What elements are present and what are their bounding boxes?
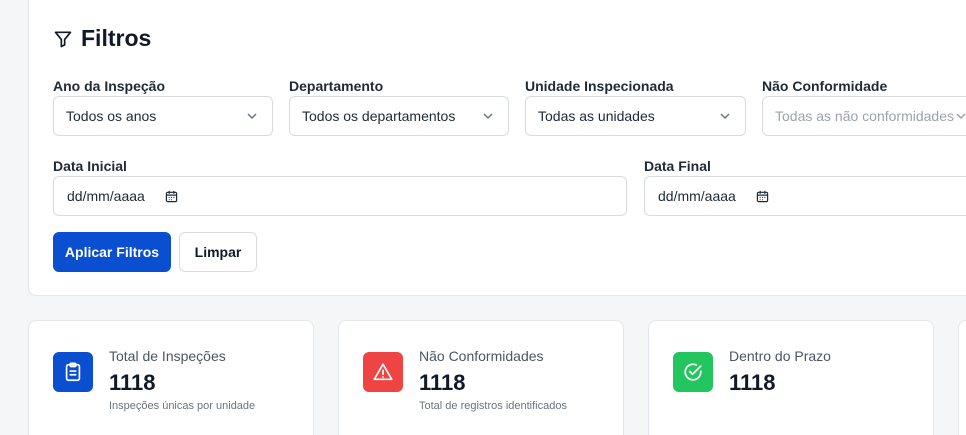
calendar-icon[interactable]	[756, 190, 769, 203]
stat-value: 1118	[419, 370, 466, 395]
chevron-down-icon	[720, 113, 730, 120]
year-select-value: Todos os anos	[66, 108, 157, 124]
unit-select[interactable]: Todas as unidades	[525, 96, 746, 136]
stat-subtitle: Total de registros identificados	[419, 400, 567, 412]
clear-filters-button[interactable]: Limpar	[179, 232, 257, 272]
nonconformity-select[interactable]: Todas as não conformidades	[762, 96, 966, 136]
filter-icon	[53, 29, 73, 49]
year-label: Ano da Inspeção	[53, 78, 166, 94]
filters-title: Filtros	[81, 25, 152, 51]
stat-subtitle: Inspeções únicas por unidade	[109, 400, 256, 412]
stat-label: Total de Inspeções	[109, 348, 226, 364]
stat-card-nonconformities: Não Conformidades 1118 Total de registro…	[338, 320, 624, 435]
check-circle-icon	[673, 352, 713, 392]
clipboard-icon	[53, 352, 93, 392]
chevron-down-icon	[483, 113, 493, 120]
apply-filters-button[interactable]: Aplicar Filtros	[53, 232, 171, 272]
filters-panel: Filtros Ano da Inspeção Departamento Uni…	[28, 0, 966, 296]
start-date-value: dd/mm/aaaa	[67, 188, 145, 204]
end-date-input[interactable]: dd/mm/aaaa	[644, 176, 966, 216]
nonconformity-label: Não Conformidade	[762, 78, 888, 94]
nonconformity-select-value: Todas as não conformidades	[775, 108, 954, 124]
end-date-label: Data Final	[644, 158, 711, 174]
filters-header: Filtros	[53, 25, 151, 52]
year-select[interactable]: Todos os anos	[53, 96, 273, 136]
chevron-down-icon	[247, 113, 257, 120]
stat-card-total-inspections: Total de Inspeções 1118 Inspeções únicas…	[28, 320, 314, 435]
calendar-icon[interactable]	[165, 190, 178, 203]
department-select-value: Todos os departamentos	[302, 108, 456, 124]
warning-icon	[363, 352, 403, 392]
department-label: Departamento	[289, 78, 384, 94]
stat-label: Dentro do Prazo	[729, 348, 831, 364]
stat-card-on-time: Dentro do Prazo 1118	[648, 320, 934, 435]
unit-label: Unidade Inspecionada	[525, 78, 674, 94]
unit-select-value: Todas as unidades	[538, 108, 655, 124]
chevron-down-icon	[956, 113, 966, 120]
stat-label: Não Conformidades	[419, 348, 544, 364]
start-date-label: Data Inicial	[53, 158, 127, 174]
stat-value: 1118	[109, 370, 156, 395]
stat-value: 1118	[729, 370, 776, 395]
end-date-value: dd/mm/aaaa	[658, 188, 736, 204]
stat-card-partial	[958, 320, 966, 435]
department-select[interactable]: Todos os departamentos	[289, 96, 509, 136]
start-date-input[interactable]: dd/mm/aaaa	[53, 176, 627, 216]
